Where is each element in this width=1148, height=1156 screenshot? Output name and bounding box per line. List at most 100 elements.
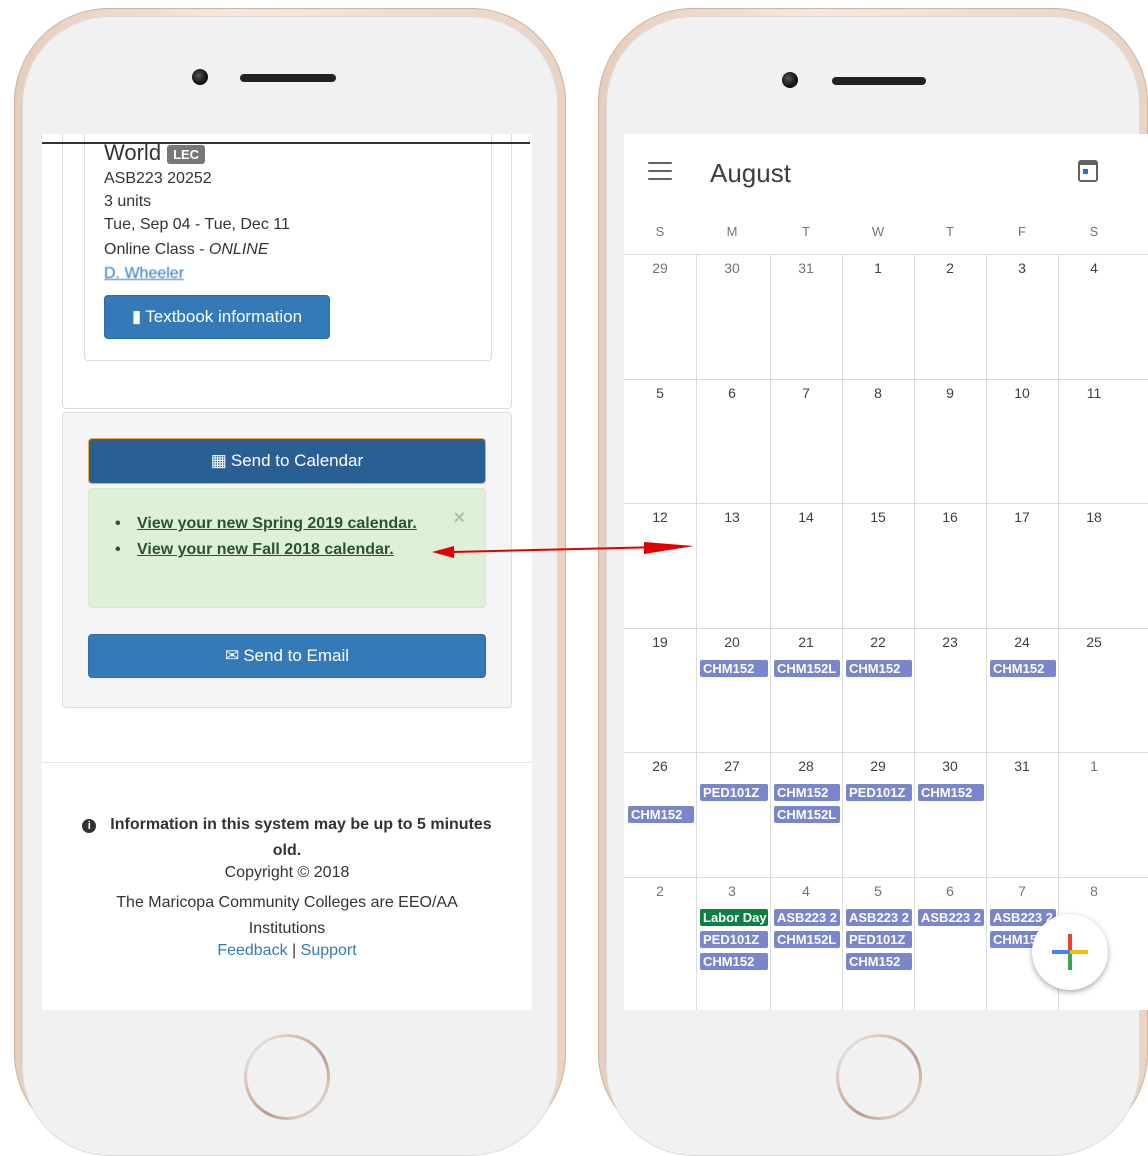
day-number[interactable]: 9	[914, 385, 986, 401]
day-number[interactable]: 11	[1058, 385, 1130, 401]
envelope-icon: ✉	[224, 646, 240, 665]
textbook-information-button[interactable]: ▮ Textbook information	[104, 295, 330, 339]
day-number[interactable]: 24	[986, 634, 1058, 650]
day-number[interactable]: 18	[1058, 509, 1130, 525]
footer-links: Feedback | Support	[42, 942, 532, 960]
course-code: ASB223 20252	[104, 170, 212, 187]
month-title[interactable]: August	[710, 158, 791, 189]
day-number[interactable]: 29	[842, 758, 914, 774]
day-number[interactable]: 13	[696, 509, 768, 525]
speaker-grille	[240, 74, 336, 82]
weekday-label: S	[655, 224, 665, 239]
day-number[interactable]: 7	[770, 385, 842, 401]
support-link[interactable]: Support	[301, 942, 357, 959]
day-number[interactable]: 3	[696, 883, 768, 899]
calendar-icon: ▦	[210, 451, 227, 470]
week-divider	[624, 627, 1148, 629]
home-button[interactable]	[836, 1034, 922, 1120]
course-dates: Tue, Sep 04 - Tue, Dec 11	[104, 216, 290, 233]
send-to-email-button[interactable]: ✉ Send to Email	[88, 634, 486, 678]
calendar-event[interactable]: CHM152	[990, 659, 1056, 677]
day-number[interactable]: 12	[624, 509, 696, 525]
day-number[interactable]: 14	[770, 509, 842, 525]
calendar-event[interactable]: PED101Z	[700, 784, 768, 802]
calendar-event[interactable]: CHM152L	[774, 931, 840, 948]
weekday-label: F	[1018, 224, 1026, 239]
calendar-event[interactable]: CHM152L	[774, 806, 840, 824]
week-divider	[624, 378, 1148, 380]
hamburger-menu-icon[interactable]	[648, 162, 672, 186]
calendar-event[interactable]: CHM152	[846, 659, 912, 677]
day-number[interactable]: 5	[842, 883, 914, 899]
week-divider	[624, 877, 1148, 878]
day-number[interactable]: 21	[770, 634, 842, 650]
day-number[interactable]: 1	[842, 260, 914, 276]
calendar-success-alert: View your new Spring 2019 calendar. View…	[88, 488, 486, 608]
calendar-event[interactable]: Labor Day	[700, 909, 768, 926]
day-number[interactable]: 2	[624, 883, 696, 899]
header-divider	[42, 142, 530, 144]
calendar-event[interactable]: PED101Z	[846, 931, 912, 948]
week-divider	[624, 503, 1148, 505]
feedback-link[interactable]: Feedback	[217, 942, 287, 959]
calendar-event[interactable]: CHM152	[846, 953, 912, 970]
day-number[interactable]: 2	[914, 260, 986, 276]
day-number[interactable]: 22	[842, 634, 914, 650]
calendar-event[interactable]: CHM152	[700, 953, 768, 970]
calendar-event[interactable]: PED101Z	[700, 931, 768, 948]
day-number[interactable]: 6	[914, 883, 986, 899]
calendar-event[interactable]: ASB223 2	[774, 909, 840, 926]
day-number[interactable]: 4	[770, 883, 842, 899]
link-separator: |	[292, 942, 297, 959]
list-item[interactable]: View your new Spring 2019 calendar.	[115, 511, 445, 537]
create-event-button[interactable]	[1032, 914, 1108, 990]
day-number[interactable]: 27	[696, 758, 768, 774]
calendar-event[interactable]: PED101Z	[846, 784, 912, 802]
day-number[interactable]: 15	[842, 509, 914, 525]
day-number[interactable]: 4	[1058, 260, 1130, 276]
calendar-event[interactable]: CHM152	[918, 784, 984, 802]
day-number[interactable]: 26	[624, 758, 696, 774]
day-number[interactable]: 25	[1058, 634, 1130, 650]
copyright-text: Copyright © 2018	[224, 864, 350, 881]
day-number[interactable]: 7	[986, 883, 1058, 899]
day-number[interactable]: 3	[986, 260, 1058, 276]
day-number[interactable]: 31	[986, 758, 1058, 774]
course-type-badge: LEC	[167, 144, 206, 164]
day-number[interactable]: 10	[986, 385, 1058, 401]
day-number[interactable]: 8	[842, 385, 914, 401]
eeo-text: The Maricopa Community Colleges are EEO/…	[116, 894, 458, 937]
calendar-event[interactable]: CHM152	[700, 659, 768, 677]
calendar-event[interactable]: ASB223 2	[846, 909, 912, 926]
day-number[interactable]: 1	[1058, 758, 1130, 774]
instructor-link[interactable]: D. Wheeler	[104, 265, 184, 283]
calendar-event[interactable]: CHM152L	[774, 659, 840, 677]
day-number[interactable]: 17	[986, 509, 1058, 525]
day-number[interactable]: 31	[770, 260, 842, 276]
day-number[interactable]: 20	[696, 634, 768, 650]
book-icon: ▮	[131, 307, 142, 326]
alert-close-icon[interactable]: ×	[453, 507, 465, 530]
send-to-calendar-button[interactable]: ▦ Send to Calendar	[88, 438, 486, 484]
day-number[interactable]: 28	[770, 758, 842, 774]
weekday-label: S	[1089, 224, 1099, 239]
day-number[interactable]: 6	[696, 385, 768, 401]
calendar-event[interactable]: CHM152	[774, 784, 840, 802]
day-number[interactable]: 19	[624, 634, 696, 650]
calendar-event[interactable]: CHM152	[628, 806, 694, 824]
course-mode-value: ONLINE	[208, 241, 269, 258]
day-number[interactable]: 16	[914, 509, 986, 525]
weekday-label: M	[726, 224, 738, 239]
list-item[interactable]: View your new Fall 2018 calendar.	[115, 537, 445, 563]
day-number[interactable]: 29	[624, 260, 696, 276]
home-button[interactable]	[244, 1034, 330, 1120]
day-number[interactable]: 23	[914, 634, 986, 650]
calendar-event[interactable]: ASB223 2	[918, 909, 984, 926]
today-calendar-icon[interactable]	[1078, 160, 1098, 182]
day-number[interactable]: 30	[696, 260, 768, 276]
day-number[interactable]: 30	[914, 758, 986, 774]
day-number[interactable]: 8	[1058, 883, 1130, 899]
day-number[interactable]: 5	[624, 385, 696, 401]
camera-icon	[782, 72, 798, 88]
week-divider	[624, 752, 1148, 754]
